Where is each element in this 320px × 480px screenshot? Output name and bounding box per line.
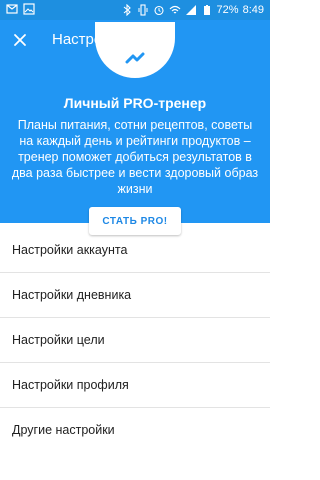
- mail-icon: [6, 3, 18, 15]
- status-bar: 72% 8:49: [0, 0, 270, 20]
- battery-percent: 72%: [216, 4, 239, 16]
- close-icon: [14, 34, 26, 46]
- settings-list: Настройки аккаунта Настройки дневника На…: [0, 228, 270, 453]
- bluetooth-icon: [121, 3, 133, 17]
- image-icon: [23, 3, 35, 15]
- promo-description: Планы питания, сотни рецептов, советы на…: [11, 118, 259, 196]
- promo-trainer-icon: [125, 52, 145, 64]
- vibrate-icon: [137, 4, 149, 16]
- clock: 8:49: [242, 4, 264, 16]
- battery-icon: [201, 4, 213, 16]
- settings-item-account[interactable]: Настройки аккаунта: [0, 228, 270, 273]
- wifi-icon: [169, 4, 181, 16]
- settings-item-other[interactable]: Другие настройки: [0, 408, 270, 453]
- settings-item-diary[interactable]: Настройки дневника: [0, 273, 270, 318]
- pro-trainer-promo: Личный PRO-тренер Планы питания, сотни р…: [0, 22, 270, 235]
- settings-item-goal[interactable]: Настройки цели: [0, 318, 270, 363]
- settings-item-profile[interactable]: Настройки профиля: [0, 363, 270, 408]
- close-button[interactable]: [8, 28, 32, 52]
- alarm-icon: [153, 4, 165, 16]
- promo-badge: [95, 22, 175, 78]
- signal-icon: [185, 4, 197, 16]
- promo-title: Личный PRO-тренер: [63, 95, 207, 111]
